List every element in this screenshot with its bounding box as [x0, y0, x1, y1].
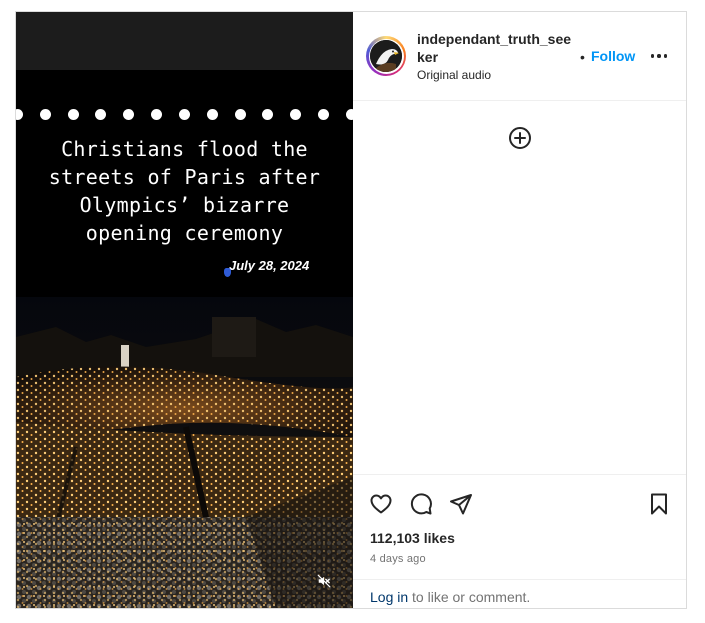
username-link[interactable]: independant_truth_seeker: [417, 30, 577, 66]
share-icon: [450, 494, 472, 515]
video-top-bar: [16, 12, 353, 70]
avatar[interactable]: [366, 36, 406, 76]
audio-label[interactable]: Original audio: [417, 68, 491, 82]
comment-icon: [410, 493, 432, 515]
follow-button[interactable]: Follow: [591, 48, 635, 64]
more-horizontal-icon: [650, 54, 655, 58]
mute-toggle-button[interactable]: [313, 570, 335, 592]
more-options-button[interactable]: [649, 46, 669, 66]
login-link[interactable]: Log in: [370, 589, 408, 605]
save-button[interactable]: [646, 491, 672, 517]
login-prompt-text: to like or comment.: [408, 589, 531, 605]
video-headline: Christians flood the streets of Paris af…: [48, 137, 321, 245]
video-date: July 28, 2024: [229, 258, 310, 273]
muted-speaker-icon: [317, 574, 331, 588]
login-prompt: Log in to like or comment.: [353, 579, 686, 609]
heart-icon: [370, 494, 392, 514]
eagle-icon: [370, 40, 402, 72]
like-button[interactable]: [368, 491, 394, 517]
add-circle-icon[interactable]: [508, 126, 532, 150]
separator-dot: •: [580, 49, 585, 65]
post-timestamp[interactable]: 4 days ago: [370, 553, 426, 565]
cursor-marker: [224, 268, 231, 277]
dot-divider: [16, 109, 353, 120]
candlelight-crowd-image: [16, 297, 353, 608]
post-video[interactable]: Christians flood the streets of Paris af…: [16, 12, 353, 608]
bookmark-icon: [651, 493, 667, 515]
post-card: Christians flood the streets of Paris af…: [15, 11, 687, 609]
likes-count[interactable]: 112,103 likes: [370, 530, 455, 546]
post-header: independant_truth_seeker Original audio …: [353, 12, 686, 101]
comment-button[interactable]: [408, 491, 434, 517]
post-side-panel: independant_truth_seeker Original audio …: [353, 12, 686, 608]
share-button[interactable]: [448, 491, 474, 517]
